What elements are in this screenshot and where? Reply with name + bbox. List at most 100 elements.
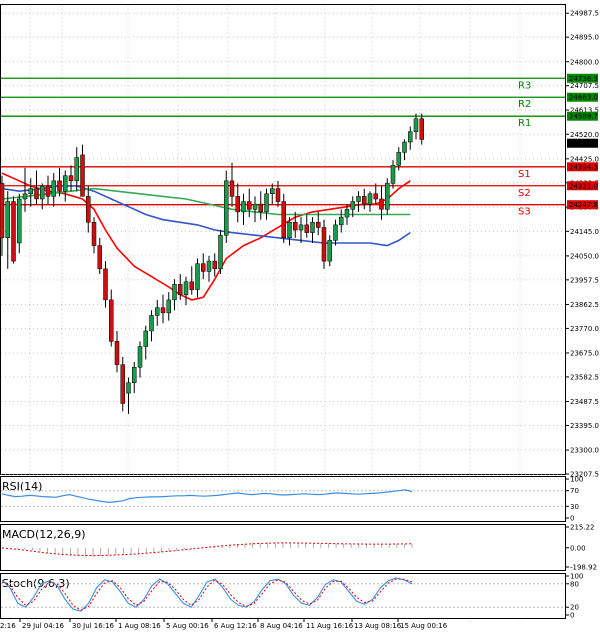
rsi-y-tick-label: 70 [570,487,579,495]
candle-body [379,198,384,210]
macd-y-tick-label: 215.22 [570,524,595,532]
candle-body [137,346,143,368]
y-tick-label: 24707.5 [570,82,599,90]
candle-body [344,209,350,218]
level-label-s3: S3 [518,207,531,218]
y-tick-label: 23957.5 [570,276,599,284]
level-label-r3: R3 [518,80,531,91]
candle-body [126,382,131,394]
level-price-tag: 24589.7 [569,113,598,121]
y-tick-label: 24145.0 [570,228,599,236]
y-tick-label: 24520.0 [570,131,599,139]
candle-body [183,281,189,295]
x-tick-label: 5 Aug 00:16 [166,622,209,630]
y-tick-label: 24425.0 [570,155,599,163]
macd-label: MACD(12,26,9) [2,528,86,541]
candle-body [5,201,10,239]
level-price-tag: 24736.3 [569,75,598,83]
candle-body [80,154,85,197]
rsi-y-tick-label: 100 [570,476,583,484]
candle-body [0,183,5,239]
candle-body [143,330,148,347]
candle-body [68,175,74,182]
level-label-s2: S2 [518,188,531,199]
candle-body [396,152,401,166]
stoch-y-tick-label: 0 [570,612,574,620]
y-tick-label: 23770.0 [570,325,599,333]
candle-body [298,224,304,231]
candle-body [109,299,114,342]
stoch-y-tick-label: 20 [570,604,579,612]
x-tick-label: 8 Aug 04:16 [260,622,303,630]
macd-y-tick-label: -198.92 [570,564,597,572]
chart-area: 24987.524895.024800.024707.524613.524520… [0,4,599,630]
x-tick-label: 29 Jul 04:16 [22,622,65,630]
candle-body [241,201,246,213]
rsi-panel-frame [0,476,566,522]
candle-body [155,307,160,316]
candle-body [97,245,102,270]
candle-body [160,307,166,314]
candle-body [91,222,97,246]
y-tick-label: 23582.5 [570,373,599,381]
level-label-r2: R2 [518,99,531,110]
y-tick-label: 24987.5 [570,10,599,18]
candle-body [212,260,217,270]
level-label-r1: R1 [518,118,531,129]
level-price-tag: 24321.0 [569,182,598,190]
candle-body [304,224,309,233]
candle-body [120,364,125,404]
candle-body [321,227,327,262]
candle-body [247,201,252,210]
candle-body [86,196,91,223]
rsi-y-tick-label: 0 [570,515,574,523]
candle-body [385,183,390,210]
candle-body [356,196,361,202]
candle-body [189,281,194,290]
candle-body [310,222,315,233]
candle-body [218,234,223,270]
candle-body [264,193,269,213]
candle-body [327,240,332,262]
candle-body [132,366,137,384]
x-tick-label: 6 Aug 12:16 [214,622,257,630]
candle-body [34,188,39,200]
candle-body [402,141,407,153]
level-price-tag: 24663.0 [569,94,598,102]
level-price-tag: 24394.3 [569,163,598,171]
candle-body [275,188,281,202]
candle-body [350,201,355,210]
candle-body [333,224,338,241]
x-tick-label: 15 Aug 00:16 [400,622,448,630]
candle-body [270,188,275,195]
level-label-s1: S1 [518,169,531,180]
candle-body [281,201,286,239]
candle-body [258,203,263,213]
y-tick-label: 23862.5 [570,301,599,309]
candle-body [419,118,424,140]
candle-body [74,157,79,182]
candle-body [114,341,120,365]
candle-body [235,196,240,213]
candle-body [172,284,177,301]
x-tick-label-partial: 2:16 [0,622,16,630]
rsi-y-tick-label: 30 [570,503,579,511]
y-tick-label: 24800.0 [570,58,599,66]
candle-body [390,165,396,184]
candle-body [413,118,419,132]
candle-body [293,222,298,231]
candle-body [287,222,292,239]
current-price-tag: 24485.3 [569,140,598,148]
candle-body [103,268,108,301]
x-tick-label: 13 Aug 08:16 [354,622,402,630]
candle-body [224,180,229,236]
level-price-tag: 24247.8 [569,201,598,209]
candle-body [63,175,68,192]
candle-body [362,196,367,205]
candle-body [339,216,344,226]
candle-body [252,203,258,210]
candle-body [408,131,413,143]
candle-body [149,315,154,332]
x-tick-label: 30 Jul 16:16 [72,622,115,630]
stoch-y-tick-label: 100 [570,573,583,581]
